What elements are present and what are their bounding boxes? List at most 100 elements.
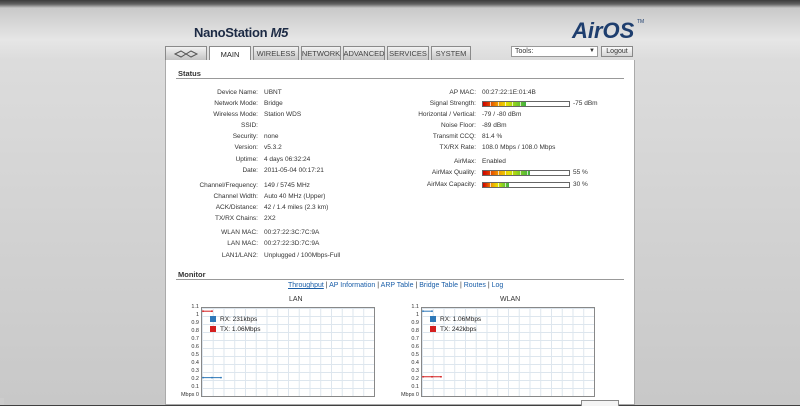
throughput-chart: RX: 1.06Mbps TX: 242kbps bbox=[421, 307, 595, 397]
y-tick-label: 1 bbox=[415, 312, 419, 318]
bar-segment bbox=[519, 102, 521, 106]
status-label: Wireless Mode: bbox=[213, 111, 258, 118]
bar-segment bbox=[519, 171, 521, 175]
product-name: NanoStation M5 bbox=[194, 25, 288, 40]
data-point bbox=[422, 375, 424, 378]
product-model: M5 bbox=[270, 25, 289, 40]
tools-select-value: Tools: bbox=[515, 48, 534, 55]
tab-ubiquiti-logo[interactable] bbox=[165, 46, 207, 60]
ubiquiti-logo-icon bbox=[173, 49, 199, 58]
y-tick-label: 0.5 bbox=[411, 352, 419, 358]
bar-segment bbox=[548, 183, 550, 187]
data-point bbox=[211, 376, 213, 379]
bar-segment bbox=[534, 171, 536, 175]
link-throughput[interactable]: Throughput bbox=[288, 282, 324, 289]
y-tick-label: 0.1 bbox=[191, 384, 199, 390]
chart-title: WLAN bbox=[500, 296, 521, 303]
bottom-button[interactable] bbox=[581, 400, 619, 406]
y-tick-label: Mbps 0 bbox=[400, 392, 419, 398]
level-bar bbox=[482, 101, 570, 107]
tab-system[interactable]: SYSTEM bbox=[431, 46, 471, 60]
status-value: 149 / 5745 MHz bbox=[264, 182, 310, 189]
status-value: 2011-05-04 00:17:21 bbox=[264, 167, 324, 174]
bar-segment bbox=[548, 171, 550, 175]
bar-segment bbox=[563, 171, 565, 175]
status-label: Signal Strength: bbox=[429, 100, 476, 107]
bar-segment bbox=[497, 102, 499, 106]
tab-advanced[interactable]: ADVANCED bbox=[343, 46, 385, 60]
main-tabs: MAIN WIRELESS NETWORK ADVANCED SERVICES … bbox=[165, 46, 473, 61]
bar-segment bbox=[504, 102, 506, 106]
link-routes[interactable]: Routes bbox=[464, 282, 486, 289]
status-label: Channel Width: bbox=[213, 193, 258, 200]
airos-logo-text: AirOS bbox=[571, 18, 635, 43]
product-name-text: NanoStation bbox=[194, 25, 268, 40]
data-point bbox=[202, 310, 204, 313]
y-tick-label: 0.8 bbox=[191, 328, 199, 334]
status-value: 00:27:22:3D:7C:9A bbox=[264, 240, 320, 247]
link-bridge-table[interactable]: Bridge Table bbox=[419, 282, 458, 289]
chart-plot bbox=[202, 310, 222, 379]
status-value: 55 % bbox=[573, 169, 588, 176]
bar-segment bbox=[497, 171, 499, 175]
airos-tm: TM bbox=[637, 19, 644, 25]
bar-segment bbox=[556, 171, 557, 175]
monitor-section-title: Monitor bbox=[178, 270, 206, 279]
tab-services[interactable]: SERVICES bbox=[387, 46, 429, 60]
status-label: LAN MAC: bbox=[227, 240, 258, 247]
link-arp-table[interactable]: ARP Table bbox=[381, 282, 414, 289]
status-value: Bridge bbox=[264, 100, 283, 107]
status-value: -79 / -80 dBm bbox=[482, 111, 522, 118]
bar-segment bbox=[526, 183, 528, 187]
bar-segment bbox=[504, 171, 506, 175]
bar-segment bbox=[548, 102, 550, 106]
bar-segment bbox=[563, 183, 565, 187]
link-ap-information[interactable]: AP Information bbox=[329, 282, 375, 289]
logout-button[interactable]: Logout bbox=[601, 46, 633, 57]
status-value: 42 / 1.4 miles (2.3 km) bbox=[264, 204, 329, 211]
y-tick-label: 0.3 bbox=[191, 368, 199, 374]
chart-plot bbox=[422, 310, 442, 378]
bar-segment bbox=[556, 102, 557, 106]
tab-wireless[interactable]: WIRELESS bbox=[253, 46, 299, 60]
tab-main[interactable]: MAIN bbox=[209, 46, 251, 61]
data-point bbox=[440, 375, 442, 378]
status-label: Network Mode: bbox=[214, 100, 258, 107]
y-tick-label: 0.9 bbox=[411, 320, 419, 326]
bar-segment bbox=[497, 183, 499, 187]
y-tick-label: Mbps 0 bbox=[180, 392, 199, 398]
status-value: Unplugged / 100Mbps-Full bbox=[264, 252, 341, 259]
status-label: Horizontal / Vertical: bbox=[418, 111, 476, 118]
data-point bbox=[422, 310, 424, 313]
data-point bbox=[202, 376, 204, 379]
bar-segment bbox=[519, 183, 521, 187]
chevron-down-icon: ▼ bbox=[589, 48, 595, 54]
y-tick-label: 1.1 bbox=[191, 304, 199, 310]
bar-segment bbox=[526, 102, 528, 106]
status-value: Enabled bbox=[482, 158, 506, 165]
chart-title: LAN bbox=[289, 296, 303, 303]
airos-logo: AirOS TM bbox=[571, 18, 644, 43]
monitor-divider bbox=[176, 279, 624, 280]
link-log[interactable]: Log bbox=[492, 282, 504, 289]
y-tick-label: 0.3 bbox=[411, 368, 419, 374]
bar-segment bbox=[563, 102, 565, 106]
status-label: Security: bbox=[232, 133, 258, 140]
tools-select[interactable]: Tools: ▼ bbox=[511, 46, 598, 57]
bar-segment bbox=[512, 171, 514, 175]
scrollbar[interactable] bbox=[0, 398, 4, 405]
y-tick-label: 0.4 bbox=[411, 360, 419, 366]
data-point bbox=[431, 375, 433, 378]
status-value: v5.3.2 bbox=[264, 144, 282, 151]
status-label: Transmit CCQ: bbox=[432, 133, 476, 140]
tab-network[interactable]: NETWORK bbox=[301, 46, 341, 60]
y-tick-label: 0.6 bbox=[191, 344, 199, 350]
status-label: Uptime: bbox=[235, 156, 258, 163]
bar-segment bbox=[512, 102, 514, 106]
monitor-links: Throughput | AP Information | ARP Table … bbox=[288, 282, 503, 289]
bar-segment bbox=[526, 171, 528, 175]
bar-segment bbox=[534, 183, 536, 187]
status-label: Device Name: bbox=[217, 89, 258, 96]
bar-segment bbox=[541, 102, 543, 106]
status-label: Version: bbox=[234, 144, 259, 151]
